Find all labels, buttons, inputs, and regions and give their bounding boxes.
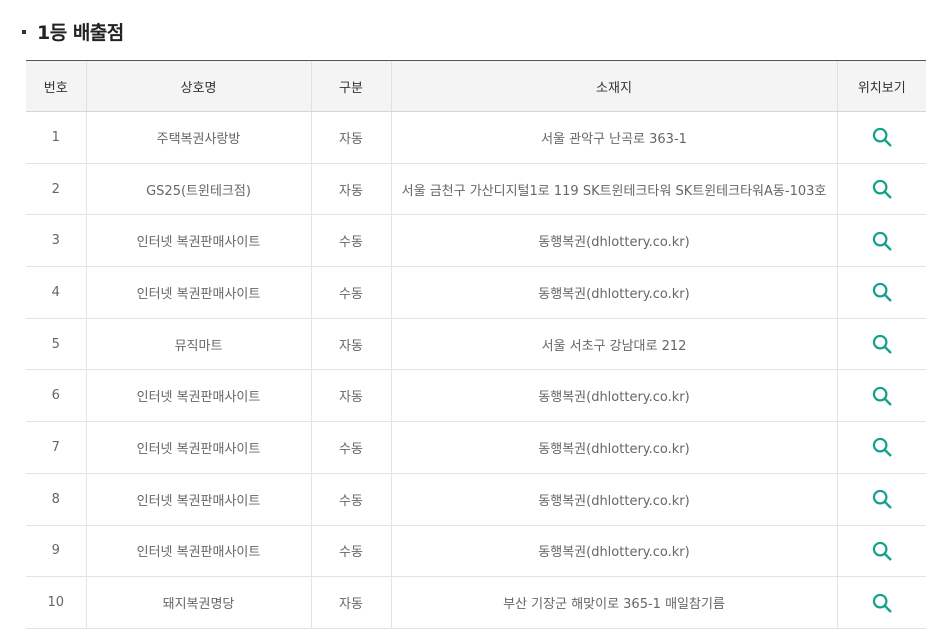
section-title-text: 1등 배출점 <box>37 22 124 44</box>
search-icon <box>872 593 892 612</box>
cell-view-location <box>836 473 926 526</box>
table-row: 6 인터넷 복권판매사이트 자동 동행복권(dhlottery.co.kr) <box>26 369 926 423</box>
cell-store-name: 인터넷 복권판매사이트 <box>85 473 311 526</box>
cell-view-location <box>836 525 926 578</box>
cell-type: 수동 <box>310 214 391 268</box>
cell-store-name: 인터넷 복권판매사이트 <box>85 525 311 578</box>
cell-view-location <box>836 576 926 629</box>
search-icon <box>872 231 892 251</box>
view-location-button[interactable] <box>869 434 895 460</box>
view-location-button[interactable] <box>869 279 895 305</box>
cell-number: 4 <box>26 266 86 319</box>
cell-view-location <box>836 111 926 164</box>
search-icon <box>872 386 892 406</box>
cell-type: 수동 <box>310 525 391 578</box>
table-row: 5 뮤직마트 자동 서울 서초구 강남대로 212 <box>26 318 926 371</box>
cell-type: 자동 <box>310 163 391 216</box>
winning-stores-table: 번호 상호명 구분 소재지 위치보기 1 주택복권사랑방 자동 서울 관악구 난곡로 … <box>26 60 926 629</box>
table-row: 7 인터넷 복권판매사이트 수동 동행복권(dhlottery.co.kr) <box>26 421 926 474</box>
search-icon <box>872 541 892 561</box>
search-icon <box>872 283 892 302</box>
cell-address: 동행복권(dhlottery.co.kr) <box>390 525 837 578</box>
cell-number: 10 <box>26 576 86 629</box>
view-location-button[interactable] <box>869 331 895 357</box>
cell-store-name: 인터넷 복권판매사이트 <box>85 421 311 474</box>
cell-address: 서울 관악구 난곡로 363-1 <box>390 111 837 164</box>
search-icon <box>872 438 892 457</box>
cell-type: 수동 <box>310 421 391 474</box>
cell-number: 7 <box>26 421 86 474</box>
table-row: 8 인터넷 복권판매사이트 수동 동행복권(dhlottery.co.kr) <box>26 473 926 526</box>
cell-type: 자동 <box>310 111 391 164</box>
search-icon <box>872 128 892 147</box>
cell-view-location <box>836 163 926 216</box>
view-location-button[interactable] <box>869 228 895 254</box>
table-row: 4 인터넷 복권판매사이트 수동 동행복권(dhlottery.co.kr) <box>26 266 926 319</box>
cell-view-location <box>836 369 926 423</box>
view-location-button[interactable] <box>869 124 895 150</box>
cell-number: 5 <box>26 318 86 371</box>
cell-number: 1 <box>26 111 86 164</box>
cell-type: 자동 <box>310 318 391 371</box>
cell-address: 서울 서초구 강남대로 212 <box>390 318 837 371</box>
cell-store-name: 주택복권사랑방 <box>85 111 311 164</box>
cell-address: 동행복권(dhlottery.co.kr) <box>390 473 837 526</box>
cell-store-name: 뮤직마트 <box>85 318 311 371</box>
view-location-button[interactable] <box>869 590 895 616</box>
column-header-view-location: 위치보기 <box>836 60 926 112</box>
cell-store-name: 돼지복권명당 <box>85 576 311 629</box>
column-header-address: 소재지 <box>390 60 837 112</box>
cell-store-name: 인터넷 복권판매사이트 <box>85 369 311 423</box>
cell-store-name: 인터넷 복권판매사이트 <box>85 214 311 268</box>
column-header-store-name: 상호명 <box>85 60 311 112</box>
cell-address: 부산 기장군 해맞이로 365-1 매일참기름 <box>390 576 837 629</box>
table-row: 2 GS25(트윈테크점) 자동 서울 금천구 가산디지털1로 119 SK트윈테크타… <box>26 163 926 216</box>
cell-number: 9 <box>26 525 86 578</box>
column-header-number: 번호 <box>26 60 86 112</box>
cell-view-location <box>836 266 926 319</box>
cell-type: 자동 <box>310 576 391 629</box>
view-location-button[interactable] <box>869 538 895 564</box>
table-row: 1 주택복권사랑방 자동 서울 관악구 난곡로 363-1 <box>26 111 926 164</box>
table-row: 3 인터넷 복권판매사이트 수동 동행복권(dhlottery.co.kr) <box>26 214 926 268</box>
cell-address: 동행복권(dhlottery.co.kr) <box>390 369 837 423</box>
table-header-row: 번호 상호명 구분 소재지 위치보기 <box>26 60 926 112</box>
cell-view-location <box>836 318 926 371</box>
search-icon <box>872 179 892 199</box>
view-location-button[interactable] <box>869 383 895 409</box>
cell-view-location <box>836 421 926 474</box>
view-location-button[interactable] <box>869 176 895 202</box>
table-row: 10 돼지복권명당 자동 부산 기장군 해맞이로 365-1 매일참기름 <box>26 576 926 629</box>
cell-type: 수동 <box>310 473 391 526</box>
cell-number: 3 <box>26 214 86 268</box>
section-title: 1등 배출점 <box>22 18 124 45</box>
cell-number: 8 <box>26 473 86 526</box>
cell-address: 동행복권(dhlottery.co.kr) <box>390 421 837 474</box>
cell-number: 6 <box>26 369 86 423</box>
table-row: 9 인터넷 복권판매사이트 수동 동행복권(dhlottery.co.kr) <box>26 525 926 578</box>
view-location-button[interactable] <box>869 486 895 512</box>
cell-store-name: 인터넷 복권판매사이트 <box>85 266 311 319</box>
cell-type: 수동 <box>310 266 391 319</box>
cell-address: 동행복권(dhlottery.co.kr) <box>390 266 837 319</box>
cell-number: 2 <box>26 163 86 216</box>
cell-address: 동행복권(dhlottery.co.kr) <box>390 214 837 268</box>
bullet-icon <box>22 29 26 34</box>
cell-address: 서울 금천구 가산디지털1로 119 SK트윈테크타워 SK트윈테크타워A동-1… <box>390 163 837 216</box>
cell-view-location <box>836 214 926 268</box>
search-icon <box>872 334 892 354</box>
cell-type: 자동 <box>310 369 391 423</box>
cell-store-name: GS25(트윈테크점) <box>85 163 311 216</box>
search-icon <box>872 489 892 509</box>
column-header-type: 구분 <box>310 60 391 112</box>
